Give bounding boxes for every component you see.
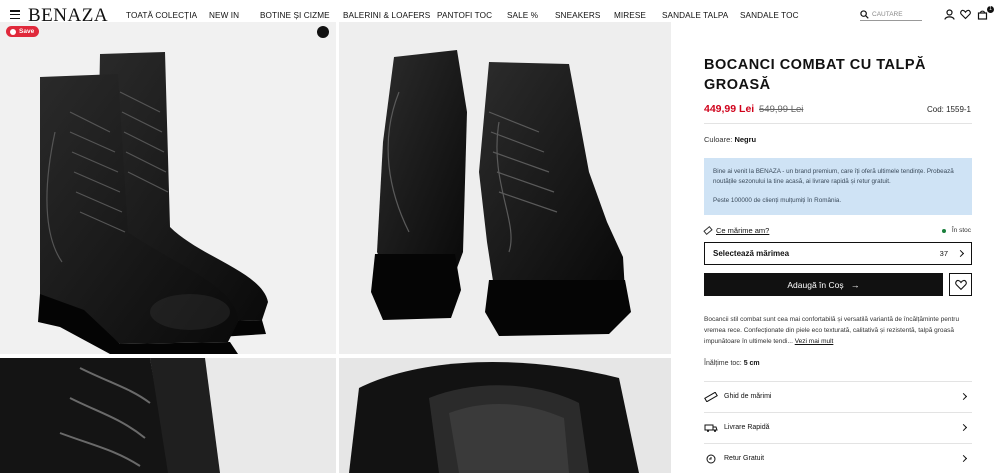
nav-item-sneakers[interactable]: SNEAKERS [555, 11, 600, 20]
chevron-right-icon [959, 423, 968, 432]
cart-count-badge: 1 [987, 6, 994, 13]
product-image-lace-detail[interactable] [0, 358, 336, 473]
size-select[interactable]: Selectează mărimea 37 [704, 242, 972, 265]
current-price: 449,99 Lei [704, 103, 755, 115]
ruler-icon [703, 226, 713, 235]
product-details-panel: BOCANCI COMBAT CU TALPĂ GROASĂ 449,99 Le… [703, 0, 976, 473]
customers-info-text: Peste 100000 de clienți mulțumiți în Rom… [713, 197, 842, 204]
nav-item-balerini[interactable]: BALERINI & LOAFERS [343, 11, 430, 20]
in-stock-dot-icon [941, 228, 946, 233]
nav-item-toata-colectia[interactable]: TOATĂ COLECȚIA [126, 11, 197, 20]
boots-front-image [38, 52, 268, 354]
pinterest-save-button[interactable]: Save [6, 26, 40, 37]
heel-height: Înălțime toc: 5 cm [704, 360, 760, 367]
stock-status: În stoc [941, 227, 971, 234]
heart-icon [954, 279, 967, 290]
nav-item-pantofi-toc[interactable]: PANTOFI TOC [437, 11, 492, 20]
nav-item-botine[interactable]: BOTINE ȘI CIZME [260, 11, 330, 20]
product-description: Bocancii stil combat sunt cea mai confor… [704, 316, 960, 345]
truck-icon [704, 424, 718, 432]
chevron-right-icon [959, 392, 968, 401]
size-guide-link[interactable]: Ce mărime am? [703, 226, 769, 235]
zoom-icon[interactable] [317, 26, 329, 38]
add-to-cart-button[interactable]: Adaugă în Coș → [704, 273, 943, 296]
brand-info-box: Bine ai venit la BENAZA - un brand premi… [704, 158, 972, 215]
brand-info-text: Bine ai venit la BENAZA - un brand premi… [713, 168, 954, 185]
size-guide-row[interactable]: Ghid de mărimi [704, 381, 972, 411]
fast-delivery-row[interactable]: Livrare Rapidă [704, 412, 972, 442]
divider [704, 123, 972, 124]
color-info: Culoare: Negru [704, 135, 757, 144]
heel-height-value: 5 cm [743, 360, 760, 367]
nav-item-new-in[interactable]: NEW IN [209, 11, 239, 20]
return-icon [706, 454, 716, 463]
ruler-icon [704, 391, 718, 402]
read-more-link[interactable]: Vezi mai mult [795, 338, 834, 345]
size-select-value: 37 [939, 249, 948, 258]
chevron-right-icon [959, 454, 968, 463]
pinterest-icon [10, 28, 16, 35]
product-title: BOCANCI COMBAT CU TALPĂ GROASĂ [704, 57, 926, 93]
chevron-right-icon [956, 249, 965, 258]
color-value: Negru [734, 135, 757, 144]
boots-back-image [371, 50, 631, 336]
free-return-row[interactable]: Retur Gratuit [704, 443, 972, 473]
product-image-lining-detail[interactable] [339, 358, 671, 473]
product-image-back[interactable] [339, 22, 671, 354]
product-image-front[interactable]: Save [0, 22, 336, 354]
product-code: Cod: 1559-1 [926, 105, 971, 114]
size-select-label: Selectează mărimea [713, 249, 790, 258]
lace-detail-image [0, 358, 336, 473]
nav-item-mirese[interactable]: MIRESE [614, 11, 646, 20]
add-to-wishlist-button[interactable] [949, 273, 972, 296]
lining-detail-image [339, 358, 671, 473]
old-price: 549,99 Lei [759, 104, 804, 115]
arrow-right-icon: → [850, 279, 860, 290]
nav-item-sale[interactable]: SALE % [507, 11, 538, 20]
